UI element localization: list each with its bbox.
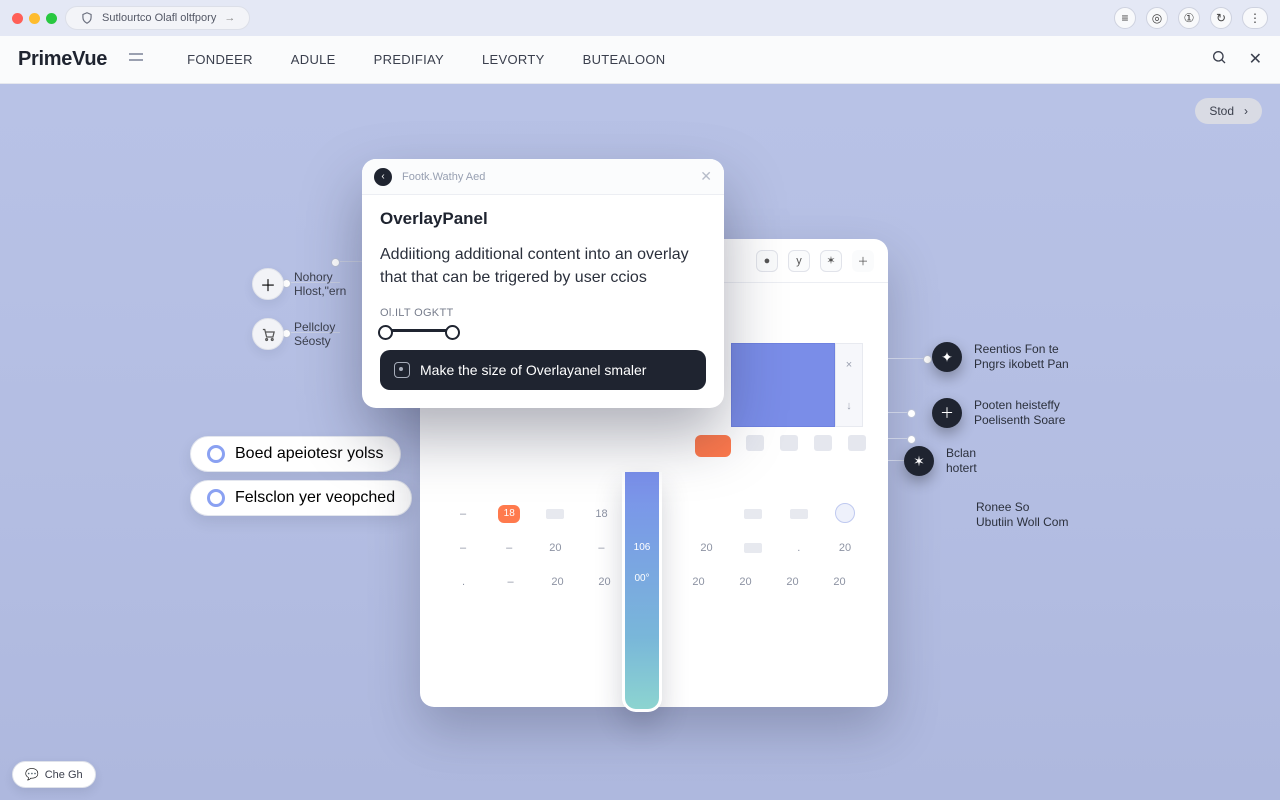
overlay-cta[interactable]: Make the size of Overlayanel smaler: [380, 350, 706, 390]
chevron-right-icon: ›: [1244, 104, 1248, 118]
overlay-sublabel: Ol.ILT OGKTT: [380, 307, 706, 319]
connector: [888, 438, 912, 439]
callout: ✦ Reentios Fon tePngrs ikobett Pan: [932, 342, 1069, 372]
browser-actions: ≡ ◎ ① ↻ ⋮: [1114, 7, 1268, 29]
overlay-panel: ‹ Footk.Wathy Aed ✕ OverlayPanel Addiiti…: [362, 159, 724, 408]
radio-icon: [207, 489, 225, 507]
chat-button[interactable]: 💬 Che Gh: [12, 761, 96, 788]
overlay-title: OverlayPanel: [380, 209, 706, 229]
tool-add[interactable]: ＋: [852, 250, 874, 272]
tool-y[interactable]: y: [788, 250, 810, 272]
download-icon[interactable]: ↓: [836, 385, 862, 426]
menu-icon[interactable]: ≡: [1114, 7, 1136, 29]
stod-label: Stod: [1209, 104, 1234, 118]
nav-item[interactable]: FONDEER: [187, 52, 253, 67]
option-pill[interactable]: Boed apeiotesr yolss: [190, 436, 401, 472]
option-label: Boed apeiotesr yolss: [235, 445, 384, 463]
nav-item[interactable]: PREDIFIAY: [374, 52, 444, 67]
option-label: Felsclon yer veopched: [235, 489, 395, 507]
chat-label: Che Gh: [45, 769, 83, 781]
callout-text: Ronee SoUbutiin Woll Com: [976, 500, 1068, 530]
feature-item: ＋ NohoryHlost,"ern: [252, 268, 346, 300]
shield-icon: [80, 11, 94, 25]
refresh-icon[interactable]: ↻: [1210, 7, 1232, 29]
date-ring[interactable]: [835, 503, 855, 523]
logo[interactable]: PrimeVue: [18, 48, 107, 71]
nav-item[interactable]: ADULE: [291, 52, 336, 67]
overlay-description: Addiitiong additional content into an ov…: [380, 243, 706, 289]
browser-chrome: Sutlourtco Olafl oltfpory → ≡ ◎ ① ↻ ⋮: [0, 0, 1280, 36]
tool-x[interactable]: ✶: [820, 250, 842, 272]
hero-canvas: Stod › ＋ NohoryHlost,"ern PellcloySéosty…: [0, 84, 1280, 800]
icon-row: [746, 435, 866, 451]
close-icon[interactable]: ✕: [1249, 49, 1262, 70]
connector: [335, 261, 365, 262]
plus-icon: ＋: [932, 398, 962, 428]
event-block[interactable]: [731, 343, 835, 427]
gradient-column: 106 00°: [622, 472, 662, 712]
close-icon[interactable]: ✕: [700, 168, 712, 185]
nav-links: FONDEER ADULE PREDIFIAY LEVORTY BUTEALOO…: [187, 52, 665, 67]
window-controls[interactable]: [12, 13, 57, 24]
size-slider[interactable]: [380, 329, 706, 332]
callout: ✶ Bclanhotert: [904, 446, 977, 476]
nav-item[interactable]: LEVORTY: [482, 52, 545, 67]
site-header: PrimeVue FONDEER ADULE PREDIFIAY LEVORTY…: [0, 36, 1280, 84]
chevron-icon[interactable]: ‹: [374, 168, 392, 186]
cart-icon: [252, 318, 284, 350]
option-pill[interactable]: Felsclon yer veopched: [190, 480, 412, 516]
url-text: Sutlourtco Olafl oltfpory: [102, 12, 216, 24]
plus-icon: ＋: [252, 268, 284, 300]
star-icon: ✦: [932, 342, 962, 372]
search-icon[interactable]: [1211, 49, 1227, 70]
connector: [888, 358, 928, 359]
radio-icon: [207, 445, 225, 463]
star-icon: ✶: [904, 446, 934, 476]
info-icon[interactable]: ①: [1178, 7, 1200, 29]
tool-bold[interactable]: ●: [756, 250, 778, 272]
nav-item[interactable]: BUTEALOON: [583, 52, 666, 67]
hamburger-icon[interactable]: [129, 53, 147, 67]
chat-icon: 💬: [25, 768, 39, 781]
more-icon[interactable]: ⋮: [1242, 7, 1268, 29]
reload-icon[interactable]: →: [224, 12, 235, 24]
event-controls: × ↓: [835, 343, 863, 427]
top-right-pill[interactable]: Stod ›: [1195, 98, 1262, 124]
url-bar[interactable]: Sutlourtco Olafl oltfpory →: [65, 6, 250, 30]
feature-item: PellcloySéosty: [252, 318, 335, 350]
overlay-header: ‹ Footk.Wathy Aed ✕: [362, 159, 724, 195]
callout: ＋ Pooten heisteffyPoelisenth Soare: [932, 398, 1065, 428]
target-icon[interactable]: ◎: [1146, 7, 1168, 29]
overlay-cta-label: Make the size of Overlayanel smaler: [420, 362, 646, 378]
close-icon[interactable]: ×: [836, 344, 862, 385]
checkbox-icon: [394, 362, 410, 378]
connector: [888, 412, 912, 413]
overlay-chip: Footk.Wathy Aed: [402, 171, 485, 183]
event-chip[interactable]: [695, 435, 731, 457]
